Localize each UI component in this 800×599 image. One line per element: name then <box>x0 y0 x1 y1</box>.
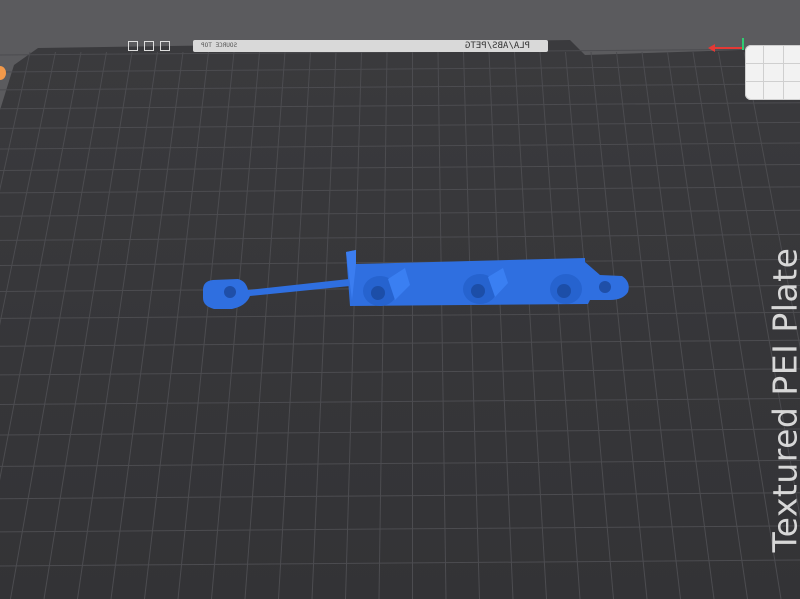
plate-tools-icon[interactable] <box>128 40 180 52</box>
3d-viewport[interactable] <box>0 0 800 599</box>
plate-header-sub: SOURCE TOP <box>201 42 238 49</box>
x-axis-arrow-icon <box>708 44 715 52</box>
plate-type-label: Textured PEI Plate <box>765 247 800 553</box>
x-axis-indicator <box>712 47 744 49</box>
plate-header-strip: SOURCE TOP PLA/ABS/PETG <box>193 40 548 52</box>
plate-header-text: PLA/ABS/PETG <box>464 41 530 51</box>
y-axis-indicator <box>742 38 744 50</box>
view-cube-icon[interactable] <box>745 45 800 100</box>
